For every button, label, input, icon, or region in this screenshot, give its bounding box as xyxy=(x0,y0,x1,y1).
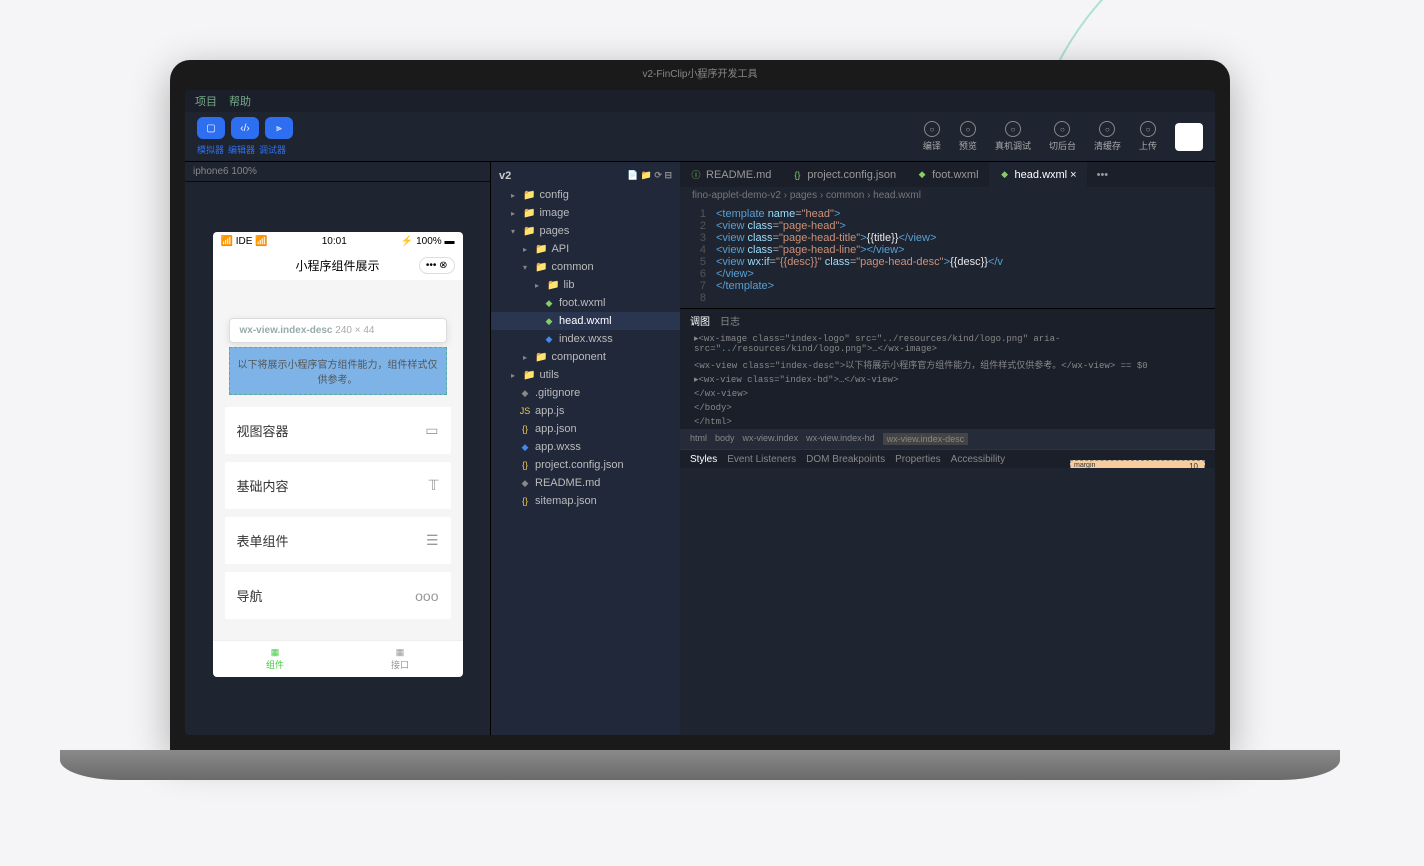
file-app.js[interactable]: JSapp.js xyxy=(491,402,680,420)
toolbar-编译[interactable]: ○编译 xyxy=(923,121,941,152)
file-app.wxss[interactable]: ◆app.wxss xyxy=(491,438,680,456)
menubar: 项目 帮助 xyxy=(185,90,1215,112)
devtools-tab-Accessibility[interactable]: Accessibility xyxy=(951,454,1005,465)
crumb-wx-view.index-hd[interactable]: wx-view.index-hd xyxy=(806,433,875,445)
dom-node-5[interactable]: </html> xyxy=(680,415,1215,429)
devtools-tab-DOM Breakpoints[interactable]: DOM Breakpoints xyxy=(806,454,885,465)
editor-toggle[interactable]: ‹/› xyxy=(231,117,259,139)
folder-config[interactable]: ▸📁config xyxy=(491,186,680,204)
crumb-body[interactable]: body xyxy=(715,433,735,445)
folder-common[interactable]: ▾📁common xyxy=(491,258,680,276)
folder-image[interactable]: ▸📁image xyxy=(491,204,680,222)
status-battery: ⚡ 100% ▬ xyxy=(401,236,455,247)
ide-window: v2-FinClip小程序开发工具 项目 帮助 ▢ ‹/› ⫸ 模拟器 编辑器 … xyxy=(185,90,1215,735)
simulator-panel: iphone6 100% 📶 IDE 📶 10:01 ⚡ 100% ▬ 小程序组… xyxy=(185,162,490,735)
menu-item-0[interactable]: 视图容器▭ xyxy=(225,407,451,454)
phone-tab-接口[interactable]: ▦接口 xyxy=(338,641,463,677)
avatar[interactable] xyxy=(1175,123,1203,151)
dom-node-1[interactable]: <wx-view class="index-desc">以下将展示小程序官方组件… xyxy=(680,356,1215,373)
status-time: 10:01 xyxy=(322,236,347,247)
dom-node-2[interactable]: ▸<wx-view class="index-bd">…</wx-view> xyxy=(680,373,1215,387)
devtools-tab-Properties[interactable]: Properties xyxy=(895,454,941,465)
file-index.wxss[interactable]: ◆index.wxss xyxy=(491,330,680,348)
code-editor[interactable]: 1<template name="head">2 <view class="pa… xyxy=(680,204,1215,308)
editor-tab-project.config.json[interactable]: {}project.config.json xyxy=(781,162,906,187)
folder-utils[interactable]: ▸📁utils xyxy=(491,366,680,384)
toolbar-清缓存[interactable]: ○清缓存 xyxy=(1094,121,1121,152)
file-README.md[interactable]: ◆README.md xyxy=(491,474,680,492)
phone-preview: 📶 IDE 📶 10:01 ⚡ 100% ▬ 小程序组件展示 ••• ⊗ wx-… xyxy=(213,232,463,677)
explorer-root[interactable]: v2 xyxy=(499,170,511,182)
folder-component[interactable]: ▸📁component xyxy=(491,348,680,366)
label-debugger: 调试器 xyxy=(259,143,286,156)
laptop-frame: v2-FinClip小程序开发工具 项目 帮助 ▢ ‹/› ⫸ 模拟器 编辑器 … xyxy=(170,60,1230,780)
capsule-menu[interactable]: ••• ⊗ xyxy=(419,257,455,274)
menu-item-2[interactable]: 表单组件☰ xyxy=(225,517,451,564)
menu-help[interactable]: 帮助 xyxy=(229,93,251,109)
label-editor: 编辑器 xyxy=(228,143,255,156)
devtools-tab-Event Listeners[interactable]: Event Listeners xyxy=(727,454,796,465)
crumb-wx-view.index-desc[interactable]: wx-view.index-desc xyxy=(883,433,969,445)
menu-item-3[interactable]: 导航ooo xyxy=(225,572,451,619)
status-signal: 📶 IDE 📶 xyxy=(221,236,268,247)
toolbar-切后台[interactable]: ○切后台 xyxy=(1049,121,1076,152)
breadcrumb[interactable]: fino-applet-demo-v2 › pages › common › h… xyxy=(680,187,1215,204)
phone-tab-组件[interactable]: ▦组件 xyxy=(213,641,338,677)
camera-dot xyxy=(697,74,703,80)
highlighted-element[interactable]: 以下将展示小程序官方组件能力，组件样式仅供参考。 xyxy=(229,347,447,395)
file-.gitignore[interactable]: ◆.gitignore xyxy=(491,384,680,402)
dom-node-0[interactable]: ▸<wx-image class="index-logo" src="../re… xyxy=(680,332,1215,356)
folder-pages[interactable]: ▾📁pages xyxy=(491,222,680,240)
folder-API[interactable]: ▸📁API xyxy=(491,240,680,258)
menu-project[interactable]: 项目 xyxy=(195,93,217,109)
device-label[interactable]: iphone6 100% xyxy=(185,162,490,182)
simulator-toggle[interactable]: ▢ xyxy=(197,117,225,139)
laptop-base xyxy=(60,750,1340,780)
file-sitemap.json[interactable]: {}sitemap.json xyxy=(491,492,680,510)
toolbar-预览[interactable]: ○预览 xyxy=(959,121,977,152)
debugger-toggle[interactable]: ⫸ xyxy=(265,117,293,139)
dom-inspector: 调图 日志 ▸<wx-image class="index-logo" src=… xyxy=(680,308,1215,468)
toolbar: ▢ ‹/› ⫸ 模拟器 编辑器 调试器 ○编译 ○预览 ○真机调试 ○切后台 ○清缓存 ○… xyxy=(185,112,1215,162)
inspector-tooltip: wx-view.index-desc 240 × 44 xyxy=(229,318,447,343)
tab-overflow[interactable]: ••• xyxy=(1087,162,1119,187)
dom-tab-console[interactable]: 日志 xyxy=(720,313,740,328)
folder-lib[interactable]: ▸📁lib xyxy=(491,276,680,294)
toolbar-上传[interactable]: ○上传 xyxy=(1139,121,1157,152)
crumb-wx-view.index[interactable]: wx-view.index xyxy=(743,433,799,445)
file-explorer: v2 📄 📁 ⟳ ⊟ ▸📁config▸📁image▾📁pages▸📁API▾📁… xyxy=(490,162,680,735)
menu-item-1[interactable]: 基础内容𝕋 xyxy=(225,462,451,509)
label-simulator: 模拟器 xyxy=(197,143,224,156)
toolbar-真机调试[interactable]: ○真机调试 xyxy=(995,121,1031,152)
editor-tab-foot.wxml[interactable]: ◆foot.wxml xyxy=(906,162,988,187)
editor-tab-head.wxml[interactable]: ◆head.wxml × xyxy=(989,162,1087,187)
dom-tab-elements[interactable]: 调图 xyxy=(690,313,710,328)
editor-tab-README.md[interactable]: ⓘREADME.md xyxy=(680,162,781,187)
box-model: margin10 border padding 240 × 44 - - - xyxy=(1060,450,1215,468)
file-project.config.json[interactable]: {}project.config.json xyxy=(491,456,680,474)
app-title: 小程序组件展示 xyxy=(295,257,379,274)
dom-node-3[interactable]: </wx-view> xyxy=(680,387,1215,401)
explorer-actions[interactable]: 📄 📁 ⟳ ⊟ xyxy=(627,170,672,182)
devtools-tab-Styles[interactable]: Styles xyxy=(690,454,717,465)
file-app.json[interactable]: {}app.json xyxy=(491,420,680,438)
dom-node-4[interactable]: </body> xyxy=(680,401,1215,415)
crumb-html[interactable]: html xyxy=(690,433,707,445)
file-foot.wxml[interactable]: ◆foot.wxml xyxy=(491,294,680,312)
file-head.wxml[interactable]: ◆head.wxml xyxy=(491,312,680,330)
